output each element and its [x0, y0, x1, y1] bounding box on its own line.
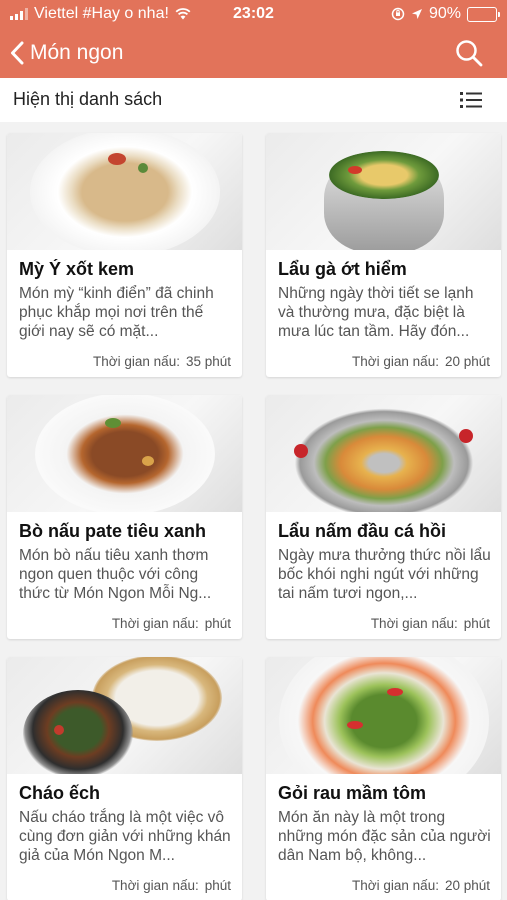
recipe-photo	[7, 657, 242, 774]
view-mode-label: Hiện thị danh sách	[13, 89, 163, 109]
back-button[interactable]: Món ngon	[10, 37, 123, 69]
recipe-card[interactable]: Lẩu gà ớt hiểm Những ngày thời tiết se l…	[266, 133, 501, 377]
recipe-description: Nấu cháo trắng là một việc vô cùng đơn g…	[19, 809, 231, 864]
recipe-title: Lẩu gà ớt hiểm	[278, 259, 407, 279]
cook-time-label: Thời gian nấu:	[370, 616, 458, 631]
recipe-card[interactable]: Gỏi rau mầm tôm Món ăn này là một trong …	[266, 657, 501, 900]
status-bar: Viettel #Hay o nha! 23:02 90%	[0, 0, 507, 28]
recipe-title: Lẩu nấm đầu cá hồi	[278, 521, 447, 541]
cook-time-label: Thời gian nấu:	[93, 354, 180, 369]
cook-time-value: 20 phút	[444, 354, 490, 369]
recipe-card[interactable]: Mỳ Ý xốt kem Món mỳ “kinh điển” đã chinh…	[7, 133, 242, 377]
recipe-card[interactable]: Cháo ếch Nấu cháo trắng là một việc vô c…	[7, 657, 242, 900]
cook-time: Thời gian nấu: 20 phút	[352, 878, 490, 893]
recipe-photo	[7, 133, 242, 250]
battery-percent: 90%	[428, 5, 461, 22]
recipe-title: Gỏi rau mầm tôm	[278, 783, 427, 803]
view-toolbar: Hiện thị danh sách	[0, 78, 507, 122]
recipe-photo	[266, 657, 501, 774]
chevron-left-icon	[11, 41, 24, 65]
recipe-grid: Mỳ Ý xốt kem Món mỳ “kinh điển” đã chinh…	[7, 133, 501, 900]
cook-time-value: 35 phút	[185, 354, 231, 369]
recipe-photo	[266, 395, 501, 512]
cook-time-label: Thời gian nấu:	[352, 354, 439, 369]
cook-time-label: Thời gian nấu:	[111, 616, 199, 631]
cook-time-value: phút	[204, 878, 231, 893]
search-icon[interactable]	[453, 37, 485, 69]
cook-time: Thời gian nấu: 35 phút	[93, 354, 231, 369]
cook-time: Thời gian nấu: phút	[112, 616, 231, 631]
cook-time: Thời gian nấu: 20 phút	[352, 354, 490, 369]
recipe-card[interactable]: Lẩu nấm đầu cá hồi Ngày mưa thưởng thức …	[266, 395, 501, 639]
cook-time-label: Thời gian nấu:	[111, 878, 199, 893]
status-right: 90%	[391, 5, 500, 23]
nav-title: Món ngon	[30, 41, 124, 64]
cook-time: Thời gian nấu: phút	[371, 616, 490, 631]
list-view-icon[interactable]	[459, 88, 483, 112]
location-arrow-icon	[411, 9, 422, 19]
recipe-description: Món bò nấu tiêu xanh thơm ngon quen thuộ…	[19, 547, 212, 602]
recipe-title: Cháo ếch	[19, 783, 101, 803]
cook-time-value: 20 phút	[444, 878, 490, 893]
recipe-description: Ngày mưa thưởng thức nồi lẩu bốc khói ng…	[278, 547, 491, 602]
recipe-description: Món mỳ “kinh điển” đã chinh phục khắp mọ…	[19, 285, 214, 340]
recipe-description: Những ngày thời tiết se lạnh và thường m…	[278, 285, 474, 340]
recipe-title: Mỳ Ý xốt kem	[19, 259, 135, 279]
recipe-photo	[7, 395, 242, 512]
recipe-photo	[266, 133, 501, 250]
recipe-title: Bò nấu pate tiêu xanh	[19, 521, 207, 541]
cook-time-value: phút	[204, 616, 231, 631]
navigation-bar: Món ngon	[0, 28, 507, 78]
recipe-card[interactable]: Bò nấu pate tiêu xanh Món bò nấu tiêu xa…	[7, 395, 242, 639]
recipe-description: Món ăn này là một trong những món đặc sả…	[278, 809, 491, 864]
rotation-lock-icon	[391, 7, 405, 21]
cook-time: Thời gian nấu: phút	[112, 878, 231, 893]
cook-time-value: phút	[463, 616, 490, 631]
battery-icon	[467, 6, 500, 22]
cook-time-label: Thời gian nấu:	[352, 878, 439, 893]
